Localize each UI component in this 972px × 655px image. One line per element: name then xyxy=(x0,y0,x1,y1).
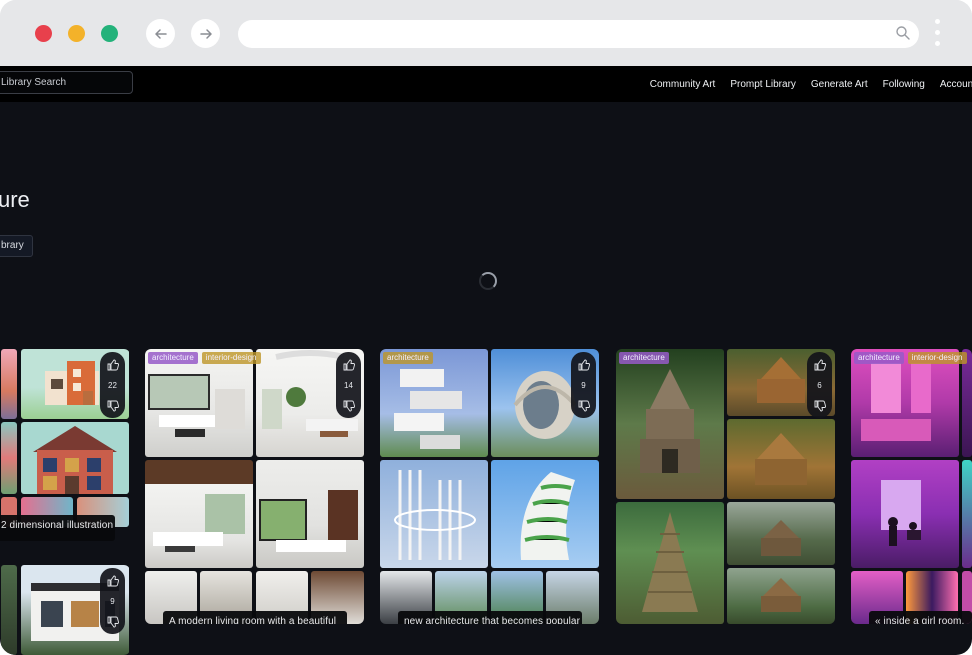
thumbs-up-icon[interactable] xyxy=(107,575,119,587)
thumbs-down-icon[interactable] xyxy=(107,616,119,628)
library-button[interactable]: brary xyxy=(0,235,33,257)
thumbs-down-icon[interactable] xyxy=(343,400,355,412)
page-title: ure xyxy=(0,187,30,212)
library-search-input[interactable] xyxy=(0,71,133,94)
prompt-caption: A modern living room with a beautiful xyxy=(163,611,347,624)
tag-list: architecture xyxy=(383,352,433,364)
tag-list: architecture xyxy=(619,352,669,364)
vote-count: 14 xyxy=(344,381,353,390)
vote-count: 6 xyxy=(817,381,822,390)
thumbs-down-icon[interactable] xyxy=(107,400,119,412)
card-image[interactable] xyxy=(851,349,959,457)
thumbs-down-icon[interactable] xyxy=(578,400,590,412)
site-navbar: Community Art Prompt Library Generate Ar… xyxy=(0,66,972,102)
vote-widget: 14 xyxy=(336,352,361,418)
nav-generate-art[interactable]: Generate Art xyxy=(811,79,868,90)
card-image[interactable] xyxy=(616,349,724,499)
browser-window: Community Art Prompt Library Generate Ar… xyxy=(0,0,972,655)
vote-count: 9 xyxy=(110,597,115,606)
arrow-right-icon xyxy=(199,28,212,39)
tag-list: architecture interior-design xyxy=(854,352,967,364)
card-image[interactable] xyxy=(851,460,959,568)
vote-widget: 9 xyxy=(571,352,596,418)
page-content: Community Art Prompt Library Generate Ar… xyxy=(0,66,972,655)
art-card[interactable]: 9 xyxy=(0,565,130,655)
tag-architecture[interactable]: architecture xyxy=(148,352,198,364)
art-card[interactable]: architecture interior-design 14 A modern… xyxy=(145,349,364,624)
card-image[interactable] xyxy=(1,349,17,419)
nav-community-art[interactable]: Community Art xyxy=(650,79,716,90)
card-image[interactable] xyxy=(491,460,599,568)
address-bar[interactable] xyxy=(238,20,919,48)
card-image[interactable] xyxy=(727,502,835,565)
art-card[interactable]: architecture interior-design « inside a … xyxy=(851,349,972,624)
card-image[interactable] xyxy=(962,349,972,457)
vote-widget: 9 xyxy=(100,568,125,634)
card-image[interactable] xyxy=(256,460,364,568)
tag-architecture[interactable]: architecture xyxy=(854,352,904,364)
card-image[interactable] xyxy=(727,568,835,624)
minimize-window-button[interactable] xyxy=(68,25,85,42)
card-image[interactable] xyxy=(1,422,17,494)
vote-widget: 6 xyxy=(807,352,832,418)
forward-button[interactable] xyxy=(191,19,220,48)
nav-account[interactable]: Account xyxy=(940,79,972,90)
card-image[interactable] xyxy=(380,460,488,568)
card-image[interactable] xyxy=(380,349,488,457)
card-image[interactable] xyxy=(727,419,835,499)
card-image[interactable] xyxy=(962,460,972,568)
card-image[interactable] xyxy=(21,422,129,494)
card-image[interactable] xyxy=(616,502,724,624)
art-card[interactable]: architecture 6 xyxy=(616,349,835,624)
tag-interior-design[interactable]: interior-design xyxy=(201,352,261,364)
prompt-caption: 2 dimensional illustration xyxy=(0,515,115,541)
nav-following[interactable]: Following xyxy=(883,79,925,90)
vote-count: 22 xyxy=(108,381,117,390)
thumbs-up-icon[interactable] xyxy=(107,359,119,371)
kebab-menu-icon[interactable] xyxy=(935,19,941,49)
vote-count: 9 xyxy=(581,381,586,390)
maximize-window-button[interactable] xyxy=(101,25,118,42)
card-image[interactable] xyxy=(145,460,253,568)
arrow-left-icon xyxy=(154,28,167,39)
browser-chrome xyxy=(0,0,972,66)
card-image[interactable] xyxy=(145,349,253,457)
nav-prompt-library[interactable]: Prompt Library xyxy=(730,79,796,90)
art-card[interactable]: architecture 9 new architecture that bec… xyxy=(380,349,599,624)
tag-architecture[interactable]: architecture xyxy=(619,352,669,364)
tag-architecture[interactable]: architecture xyxy=(383,352,433,364)
tag-list: architecture interior-design xyxy=(148,352,261,364)
thumbs-up-icon[interactable] xyxy=(343,359,355,371)
tag-interior-design[interactable]: interior-design xyxy=(907,352,967,364)
back-button[interactable] xyxy=(146,19,175,48)
close-window-button[interactable] xyxy=(35,25,52,42)
search-icon[interactable] xyxy=(895,25,911,41)
thumbs-up-icon[interactable] xyxy=(578,359,590,371)
prompt-caption: « inside a girl room, xyxy=(869,611,972,624)
nav-links: Community Art Prompt Library Generate Ar… xyxy=(650,66,972,102)
card-image[interactable] xyxy=(1,565,17,655)
thumbs-up-icon[interactable] xyxy=(814,359,826,371)
vote-widget: 22 xyxy=(100,352,125,418)
loading-spinner-icon xyxy=(479,272,497,290)
prompt-caption: new architecture that becomes popular xyxy=(398,611,582,624)
thumbs-down-icon[interactable] xyxy=(814,400,826,412)
